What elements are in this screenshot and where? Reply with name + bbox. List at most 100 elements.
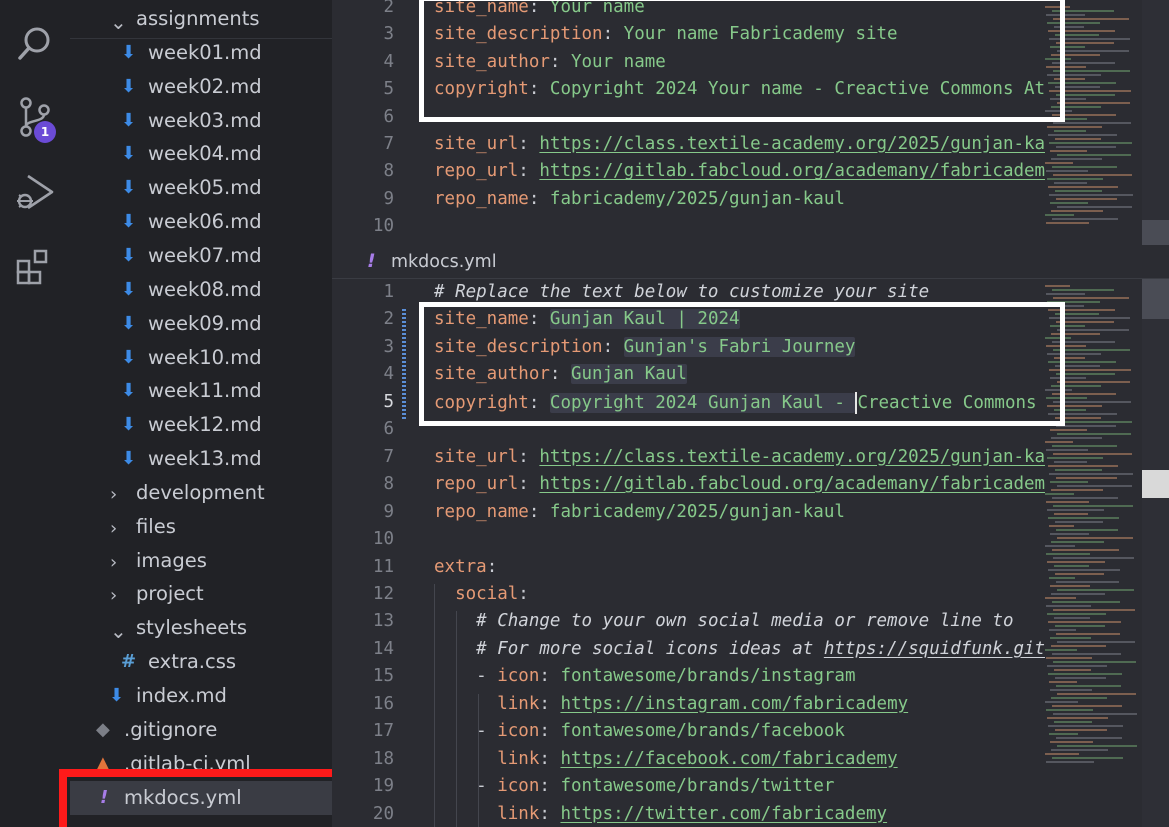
explorer-row[interactable]: ⬇ week11.md: [70, 374, 332, 408]
minimap-line: [1054, 130, 1086, 132]
code-line: site_author: Gunjan Kaul: [434, 364, 687, 385]
yaml-value: Gunjan Kaul | 2024: [549, 309, 740, 330]
yaml-url: https://class.textile-academy.org/2025/g…: [539, 134, 1067, 154]
yaml-key: repo_name: [434, 501, 529, 522]
explorer-row[interactable]: ⬇ week13.md: [70, 442, 332, 476]
run-debug-icon[interactable]: [14, 170, 56, 212]
code-punctuation: :: [528, 392, 550, 413]
line-number: 13: [372, 611, 394, 632]
explorer-row[interactable]: › development: [70, 476, 332, 510]
minimap-line: [1056, 373, 1115, 375]
minimap-line: [1048, 82, 1116, 84]
scrollbar-thumb-bottom[interactable]: [1142, 279, 1169, 319]
minimap-line: [1057, 589, 1134, 591]
extensions-icon[interactable]: [14, 245, 56, 287]
chevron-down-icon: ⌄: [110, 10, 127, 34]
scrollbar-thumb-mark: [1142, 470, 1169, 498]
explorer-row[interactable]: ⬇ week12.md: [70, 408, 332, 442]
yaml-key: site_name: [434, 309, 529, 330]
explorer-row[interactable]: ⬇ week02.md: [70, 70, 332, 104]
minimap-line: [1050, 533, 1089, 535]
yaml-key: repo_name: [434, 188, 529, 209]
minimap-line: [1053, 122, 1131, 124]
code-punctuation: :: [602, 336, 624, 357]
minimap-line: [1046, 293, 1085, 295]
editor-tab-bar: ! mkdocs.yml: [332, 245, 1169, 279]
minimap-line: [1052, 653, 1121, 655]
explorer-row[interactable]: # extra.css: [70, 645, 332, 679]
scrollbar-thumb-top[interactable]: [1142, 220, 1169, 245]
editor-pane-top[interactable]: 2 site_name: Your name 3 site_description: …: [332, 0, 1169, 245]
minimap-line: [1057, 381, 1130, 383]
code-line: extra:: [434, 557, 508, 577]
explorer-row[interactable]: ▲ .gitlab-ci.yml: [70, 747, 332, 781]
explorer-row-label: week12.md: [148, 413, 262, 437]
minimap-line: [1045, 389, 1072, 391]
minimap-line: [1056, 477, 1117, 479]
line-number: 5: [383, 391, 394, 412]
minimap-line: [1047, 561, 1105, 563]
editor-tab-title[interactable]: mkdocs.yml: [391, 252, 497, 272]
code-punctuation: :: [539, 693, 561, 714]
minimap-line: [1045, 545, 1075, 547]
explorer-row[interactable]: ⬇ week10.md: [70, 341, 332, 375]
yaml-value: fabricademy/2025/gunjan-kaul: [549, 501, 845, 522]
yaml-key: link: [497, 803, 540, 824]
search-icon[interactable]: [14, 22, 56, 64]
code-line: - icon: fontawesome/brands/facebook: [434, 721, 845, 741]
minimap-line: [1054, 513, 1088, 515]
explorer-row[interactable]: ⬇ week09.md: [70, 307, 332, 341]
explorer-row[interactable]: › images: [70, 544, 332, 578]
explorer-row[interactable]: ⬇ week04.md: [70, 137, 332, 171]
minimap-line: [1048, 361, 1116, 363]
markdown-download-icon: ⬇: [121, 346, 137, 368]
explorer-row-label: week07.md: [148, 243, 262, 267]
yaml-comment: # For more social icons ideas at: [476, 638, 824, 659]
explorer-row[interactable]: › project: [70, 577, 332, 611]
minimap-line: [1055, 138, 1101, 140]
explorer-row[interactable]: ⌄ stylesheets: [70, 611, 332, 645]
explorer-row[interactable]: ◆ .gitignore: [70, 713, 332, 747]
yaml-key: repo_url: [434, 474, 519, 495]
minimap-top[interactable]: [1045, 0, 1140, 245]
explorer-row[interactable]: ⬇ week05.md: [70, 171, 332, 205]
explorer-row[interactable]: › files: [70, 510, 332, 544]
yaml-key: site_author: [434, 51, 550, 72]
minimap-line: [1050, 46, 1085, 48]
indent-guide: [456, 611, 457, 827]
minimap-line: [1046, 501, 1089, 503]
scrollbar-bottom[interactable]: [1142, 279, 1169, 827]
minimap-line: [1048, 621, 1121, 623]
minimap-line: [1056, 425, 1116, 427]
minimap-line: [1051, 54, 1100, 56]
minimap-bottom[interactable]: [1045, 279, 1140, 827]
code-line: - icon: fontawesome/brands/twitter: [434, 776, 834, 796]
minimap-line: [1046, 222, 1089, 224]
minimap-line: [1050, 689, 1092, 691]
minimap-line: [1056, 198, 1117, 200]
explorer-row[interactable]: ! mkdocs.yml: [70, 780, 332, 815]
minimap-line: [1051, 385, 1101, 387]
markdown-download-icon: ⬇: [121, 414, 137, 436]
code-punctuation: :: [518, 134, 540, 154]
explorer-row[interactable]: ⬇ week01.md: [70, 36, 332, 70]
minimap-line: [1047, 353, 1101, 355]
editor-pane-bottom[interactable]: 1 # Replace the text below to customize y…: [332, 279, 1169, 827]
line-number: 4: [383, 364, 394, 385]
code-punctuation: :: [539, 803, 561, 824]
yaml-key: social: [455, 583, 519, 604]
explorer-row[interactable]: ⬇ week06.md: [70, 205, 332, 239]
explorer-row[interactable]: ⬇ week07.md: [70, 239, 332, 273]
scrollbar-top[interactable]: [1142, 0, 1169, 245]
minimap-line: [1052, 166, 1117, 168]
explorer-row[interactable]: ⌄ assignments: [70, 2, 332, 36]
explorer-row[interactable]: ⬇ index.md: [70, 679, 332, 713]
minimap-line: [1046, 14, 1085, 16]
explorer-row[interactable]: ⬇ week03.md: [70, 104, 332, 138]
explorer-row[interactable]: ⬇ week08.md: [70, 273, 332, 307]
minimap-line: [1052, 62, 1115, 64]
line-number: 10: [372, 216, 394, 237]
minimap-line: [1046, 605, 1091, 607]
code-punctuation: :: [539, 748, 561, 769]
